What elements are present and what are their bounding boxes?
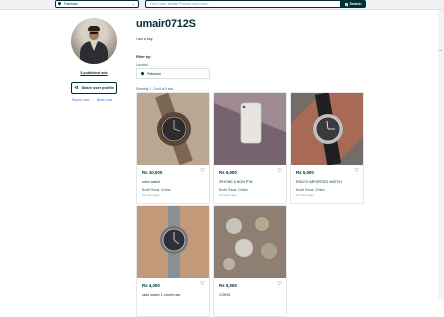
watch-photo	[291, 93, 363, 166]
share-profile-button[interactable]: ⊲ Share user profile	[71, 82, 117, 94]
location-selector-label: Pakistan	[64, 2, 78, 6]
ad-time: 21 hours ago	[296, 193, 314, 197]
ad-price: Rs 5,000	[296, 170, 314, 175]
ad-title[interactable]: rolex watch	[142, 180, 160, 184]
share-profile-label: Share user profile	[81, 86, 114, 90]
ad-image[interactable]	[137, 93, 209, 166]
ad-card[interactable]: Rs 5,000 ♡ COINS	[213, 205, 287, 317]
watch-photo	[137, 206, 209, 278]
ad-title[interactable]: rado watch 1 month use	[142, 293, 180, 297]
coins-photo	[214, 206, 286, 278]
ad-price: Rs 5,000	[219, 283, 237, 288]
ad-card[interactable]: Rs 4,300 ♡ rado watch 1 month use	[136, 205, 210, 317]
page-title: umair0712S	[136, 18, 196, 30]
watch-photo	[137, 93, 209, 166]
location-filter-value: Pakistan	[147, 71, 161, 76]
search-button-label: Search	[349, 2, 362, 6]
location-filter-label: Location	[136, 63, 149, 67]
separator: ·	[92, 98, 94, 102]
heart-icon[interactable]: ♡	[354, 168, 359, 175]
ad-card[interactable]: Rs 5,000 ♡ ROLEX IMPORTED WATCH Budhi Ra…	[290, 92, 364, 204]
pin-icon	[140, 71, 145, 76]
published-ads-count[interactable]: 5 published ads	[60, 71, 128, 75]
phone-photo	[214, 93, 286, 165]
avatar-hair	[88, 26, 100, 31]
avatar-sunglasses	[90, 32, 98, 34]
ad-location: Budhi Rasal, Chiltan	[296, 188, 325, 192]
location-selector[interactable]: Pakistan ⌄	[55, 0, 139, 8]
share-icon: ⊲	[74, 84, 79, 91]
ad-time: 21 hours ago	[219, 193, 237, 197]
search-icon	[344, 2, 348, 6]
ad-image[interactable]	[214, 93, 286, 165]
profile-bio: i am a boy	[136, 37, 153, 41]
ad-card[interactable]: Rs 10,000 ♡ rolex watch Budhi Rasal, Chi…	[136, 92, 210, 204]
heart-icon[interactable]: ♡	[200, 281, 205, 288]
ad-title[interactable]: COINS	[219, 293, 230, 297]
ad-price: Rs 10,000	[142, 170, 163, 175]
heart-icon[interactable]: ♡	[200, 168, 205, 175]
chevron-down-icon: ⌄	[131, 1, 135, 6]
ad-card[interactable]: Rs 5,000 ♡ IPHONE 6 NON PTA Budhi Rasal,…	[213, 92, 287, 204]
block-user-link[interactable]: Block user	[97, 98, 113, 102]
results-count: Showing 1 - 5 out of 5 ads	[136, 87, 174, 91]
heart-icon[interactable]: ♡	[277, 281, 282, 288]
pin-icon	[58, 2, 61, 6]
ad-image[interactable]	[291, 93, 363, 166]
search-button[interactable]: Search	[340, 0, 366, 8]
ad-image[interactable]	[214, 206, 286, 278]
report-block-links: Report user · Block user	[72, 98, 113, 102]
ad-location: Budhi Rasal, Chiltan	[142, 188, 171, 192]
scrollbar[interactable]	[438, 10, 444, 299]
ad-image[interactable]	[137, 206, 209, 278]
search-placeholder: Find Cars, Mobile Phones and more...	[150, 2, 211, 6]
ad-price: Rs 5,000	[219, 170, 237, 175]
ad-location: Budhi Rasal, Chiltan	[219, 188, 248, 192]
avatar	[71, 18, 117, 64]
filter-heading: Filter by:	[136, 55, 152, 59]
ad-title[interactable]: ROLEX IMPORTED WATCH	[296, 180, 342, 184]
search-input[interactable]: Find Cars, Mobile Phones and more...	[145, 0, 341, 8]
location-filter[interactable]: Pakistan	[136, 68, 210, 79]
ad-price: Rs 4,300	[142, 283, 160, 288]
ad-time: 21 hours ago	[142, 193, 160, 197]
ad-title[interactable]: IPHONE 6 NON PTA	[219, 180, 252, 184]
heart-icon[interactable]: ♡	[277, 168, 282, 175]
report-user-link[interactable]: Report user	[72, 98, 90, 102]
